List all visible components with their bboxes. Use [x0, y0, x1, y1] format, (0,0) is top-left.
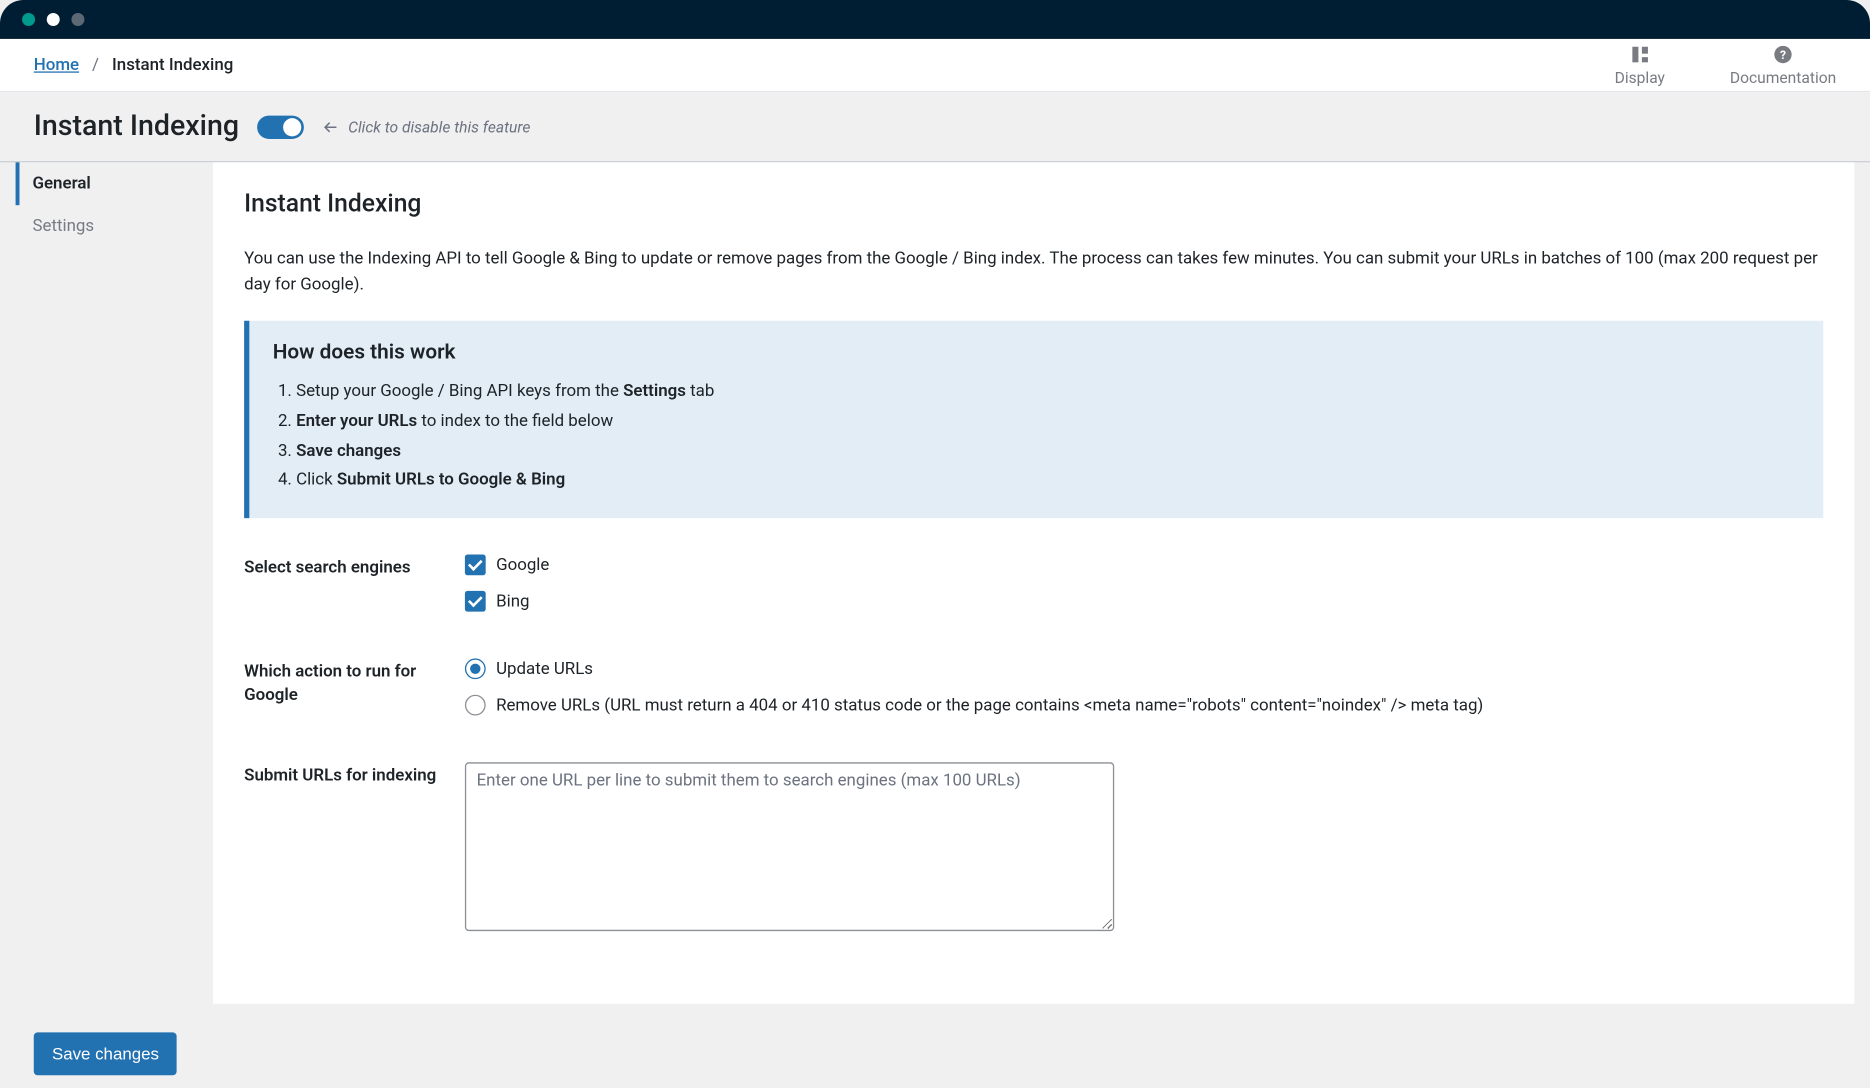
radio-icon — [465, 659, 486, 680]
info-step: Setup your Google / Bing API keys from t… — [296, 379, 1800, 406]
toggle-hint-text: Click to disable this feature — [348, 118, 530, 136]
checkbox-bing[interactable]: Bing — [465, 591, 1823, 612]
documentation-label: Documentation — [1730, 68, 1836, 86]
window-close-dot[interactable] — [22, 13, 35, 26]
checkbox-label: Bing — [496, 592, 529, 611]
display-label: Display — [1615, 68, 1665, 86]
page-title: Instant Indexing — [34, 110, 239, 142]
breadcrumb-home-link[interactable]: Home — [34, 55, 79, 74]
checkbox-google[interactable]: Google — [465, 555, 1823, 576]
panel-heading: Instant Indexing — [244, 188, 1823, 218]
arrow-left-icon — [322, 118, 340, 136]
documentation-link[interactable]: ? Documentation — [1730, 44, 1836, 87]
urls-textarea[interactable] — [465, 763, 1114, 932]
main-panel: Instant Indexing You can use the Indexin… — [213, 162, 1854, 1004]
topbar-right: Display ? Documentation — [1615, 44, 1837, 87]
info-steps: Setup your Google / Bing API keys from t… — [273, 379, 1800, 495]
tab-label: General — [32, 174, 90, 193]
window-min-dot[interactable] — [47, 13, 60, 26]
checkbox-label: Google — [496, 555, 549, 574]
info-step: Click Submit URLs to Google & Bing — [296, 468, 1800, 495]
row-submit-urls: Submit URLs for indexing — [244, 763, 1823, 932]
tab-label: Settings — [32, 217, 94, 236]
breadcrumb-sep: / — [92, 55, 99, 74]
feature-toggle[interactable] — [257, 115, 304, 138]
engines-label: Select search engines — [244, 555, 465, 612]
tabs-nav: General Settings — [16, 162, 213, 1004]
topbar: Home / Instant Indexing Display ? Docume… — [0, 39, 1870, 92]
checkbox-icon — [465, 591, 486, 612]
question-icon: ? — [1773, 44, 1794, 65]
window-titlebar — [0, 0, 1870, 39]
breadcrumb: Home / Instant Indexing — [34, 55, 234, 74]
panel-description: You can use the Indexing API to tell Goo… — [244, 247, 1823, 298]
tab-settings[interactable]: Settings — [16, 205, 213, 248]
info-heading: How does this work — [273, 339, 1800, 364]
breadcrumb-current: Instant Indexing — [112, 55, 233, 74]
radio-label: Remove URLs (URL must return a 404 or 41… — [496, 696, 1483, 715]
window-max-dot[interactable] — [71, 13, 84, 26]
svg-text:?: ? — [1780, 47, 1786, 61]
save-button[interactable]: Save changes — [34, 1032, 177, 1075]
radio-update-urls[interactable]: Update URLs — [465, 659, 1823, 680]
row-action: Which action to run for Google Update UR… — [244, 659, 1823, 716]
radio-remove-urls[interactable]: Remove URLs (URL must return a 404 or 41… — [465, 695, 1823, 716]
info-box: How does this work Setup your Google / B… — [244, 321, 1823, 519]
tab-general[interactable]: General — [16, 162, 213, 205]
page-header: Instant Indexing Click to disable this f… — [0, 92, 1870, 162]
display-icon — [1629, 44, 1650, 65]
radio-icon — [465, 695, 486, 716]
display-link[interactable]: Display — [1615, 44, 1665, 87]
toggle-hint: Click to disable this feature — [322, 118, 530, 136]
radio-label: Update URLs — [496, 659, 593, 678]
checkbox-icon — [465, 555, 486, 576]
row-search-engines: Select search engines Google Bing — [244, 555, 1823, 612]
action-label: Which action to run for Google — [244, 659, 465, 716]
submit-label: Submit URLs for indexing — [244, 763, 465, 932]
info-step: Enter your URLs to index to the field be… — [296, 409, 1800, 436]
info-step: Save changes — [296, 438, 1800, 465]
